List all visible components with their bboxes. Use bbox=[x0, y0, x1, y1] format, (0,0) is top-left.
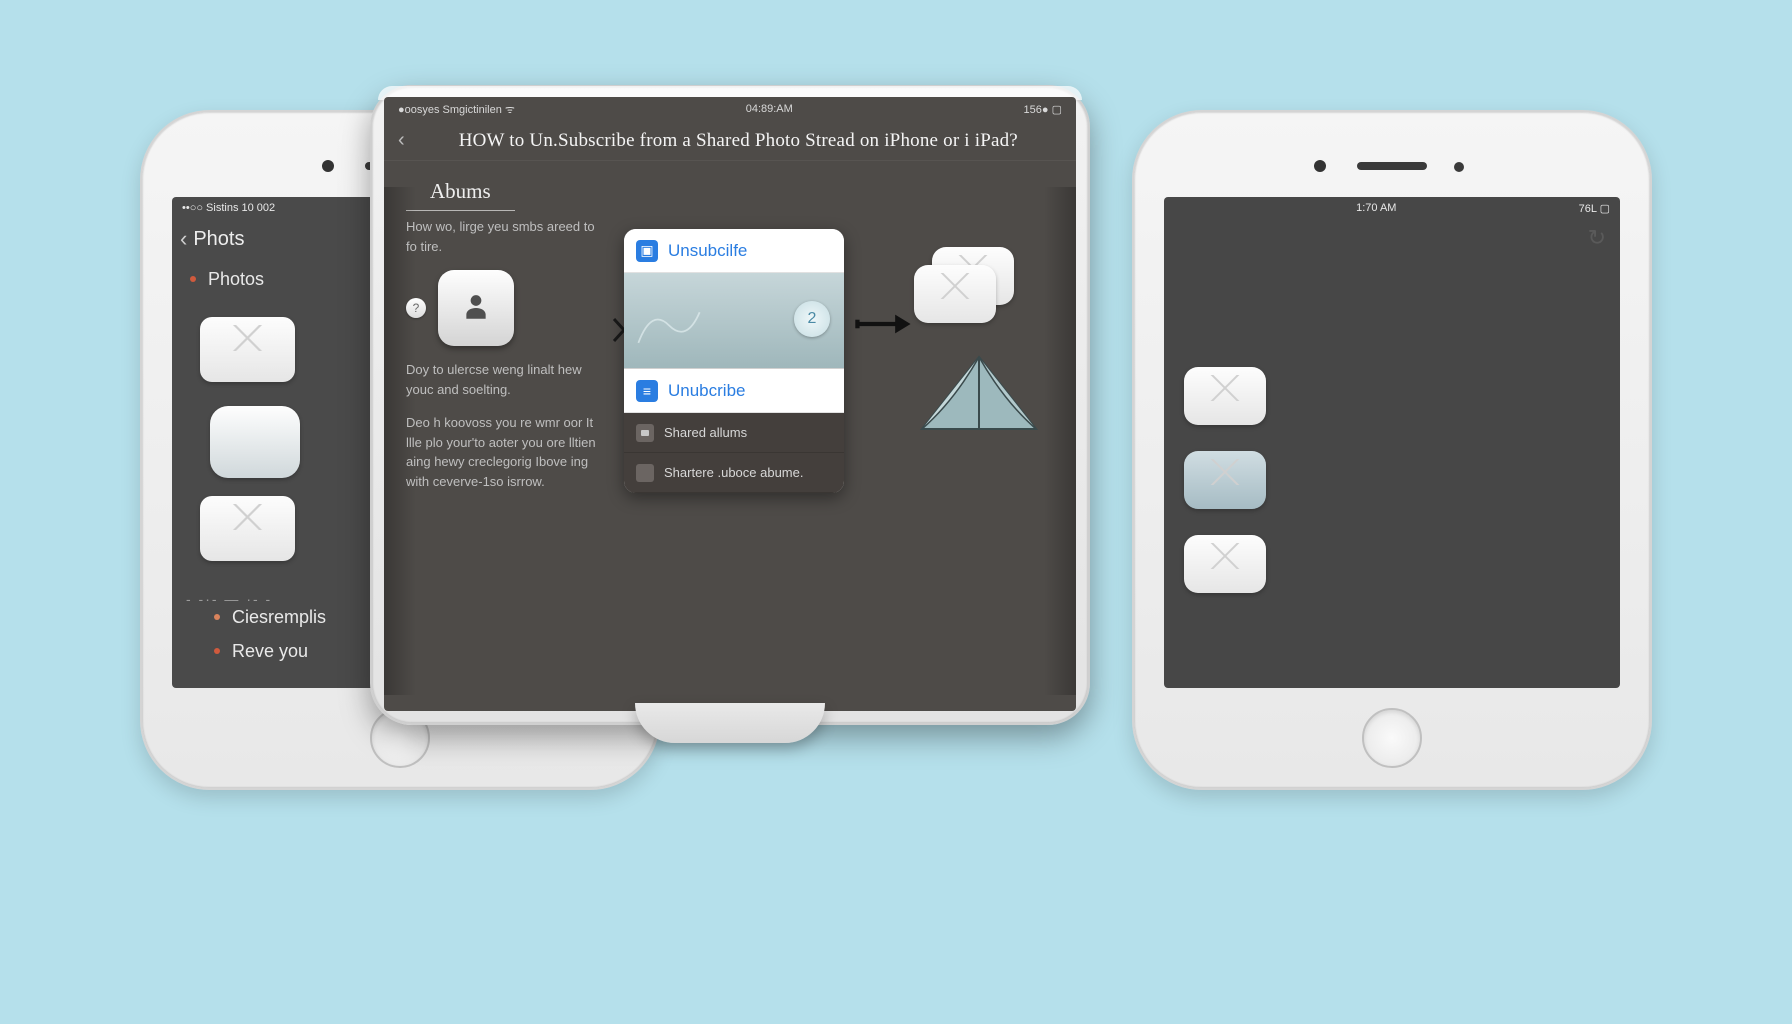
arrow-right-icon bbox=[854, 309, 914, 344]
tent-icon bbox=[914, 351, 1044, 441]
step-number: 2 bbox=[808, 310, 817, 328]
section-albums-label[interactable]: Abums bbox=[406, 161, 515, 211]
contact-card-icon[interactable] bbox=[438, 270, 514, 346]
photo-icon: ▣ bbox=[636, 240, 658, 262]
envelope-icon[interactable] bbox=[200, 496, 295, 561]
instruction-line: Doy to ulercse weng linalt hew youc and … bbox=[406, 360, 606, 399]
unsubscribe-option-2[interactable]: ≡ Unubcribe bbox=[624, 369, 844, 413]
folder-icon bbox=[636, 424, 654, 442]
earpiece-icon bbox=[1357, 162, 1427, 170]
instruction-line: How wo, lirge yeu smbs areed to fo tire. bbox=[406, 217, 606, 256]
album-icon-column bbox=[1164, 257, 1620, 593]
instruction-column: How wo, lirge yeu smbs areed to fo tire.… bbox=[406, 217, 606, 505]
camera-dot-icon bbox=[1314, 160, 1326, 172]
sidebar-item-label: Photos bbox=[208, 269, 264, 290]
chevron-left-icon: ‹ bbox=[180, 226, 187, 252]
unsubscribe-option-1[interactable]: ▣ Unsubcilfe bbox=[624, 229, 844, 273]
result-column bbox=[914, 247, 1064, 441]
title-bar: ‹ HOW to Un.Subscribe from a Shared Phot… bbox=[384, 121, 1076, 161]
proximity-sensor-icon bbox=[1454, 162, 1464, 172]
instruction-line: Deo h koovoss you re wmr oor It llle plo… bbox=[406, 413, 606, 491]
sidebar-item-label: Ciesremplis bbox=[232, 607, 326, 628]
step-badge: 2 bbox=[794, 301, 830, 337]
share-icon bbox=[636, 464, 654, 482]
status-battery: 76L ▢ bbox=[1579, 202, 1610, 215]
action-card: ▣ Unsubcilfe 2 ≡ Unubcribe Shared allums… bbox=[624, 229, 844, 493]
status-battery: 156● ▢ bbox=[1024, 103, 1062, 116]
refresh-icon: ↻ bbox=[1588, 225, 1606, 250]
status-carrier: ●oosyes Smgictinilen ᯤ bbox=[398, 102, 515, 117]
option-label: Unsubcilfe bbox=[668, 241, 747, 261]
row-label: Shared allums bbox=[664, 425, 747, 440]
bullet-icon bbox=[214, 648, 220, 654]
bullet-icon bbox=[214, 614, 220, 620]
question-icon: ? bbox=[406, 298, 426, 318]
iphone-right-screen: 1:70 AM 76L ▢ ↻ bbox=[1164, 197, 1620, 688]
status-time: 04:89:AM bbox=[746, 103, 793, 115]
ipad-home-area bbox=[635, 703, 825, 743]
envelope-icon[interactable] bbox=[1184, 367, 1266, 425]
bullet-icon bbox=[190, 276, 196, 282]
envelope-icon bbox=[914, 265, 996, 323]
back-button[interactable]: ‹ bbox=[398, 129, 405, 152]
envelope-stack-icon bbox=[914, 247, 1064, 327]
ipad-frame: ●oosyes Smgictinilen ᯤ 04:89:AM 156● ▢ ‹… bbox=[370, 85, 1090, 725]
list-icon: ≡ bbox=[636, 380, 658, 402]
sidebar-item-label: Reve you bbox=[232, 641, 308, 662]
ipad-screen: ●oosyes Smgictinilen ᯤ 04:89:AM 156● ▢ ‹… bbox=[384, 97, 1076, 711]
envelope-icon[interactable] bbox=[200, 317, 295, 382]
row-label: Shartere .uboce abume. bbox=[664, 465, 803, 480]
envelope-icon[interactable] bbox=[1184, 451, 1266, 509]
option-label: Unubcribe bbox=[668, 381, 746, 401]
status-bar: 1:70 AM 76L ▢ bbox=[1164, 197, 1620, 219]
album-preview[interactable]: 2 bbox=[624, 273, 844, 369]
share-above-row[interactable]: Shartere .uboce abume. bbox=[624, 453, 844, 493]
nav-title: Phots bbox=[193, 228, 244, 251]
status-carrier: ••○○ Sistins 10 002 bbox=[182, 202, 275, 214]
cloud-album-icon[interactable] bbox=[210, 406, 300, 478]
camera-dot-icon bbox=[322, 160, 334, 172]
home-button[interactable] bbox=[1362, 708, 1422, 768]
iphone-right-frame: 1:70 AM 76L ▢ ↻ bbox=[1132, 110, 1652, 790]
status-bar: ●oosyes Smgictinilen ᯤ 04:89:AM 156● ▢ bbox=[384, 97, 1076, 121]
shared-albums-row[interactable]: Shared allums bbox=[624, 413, 844, 453]
envelope-icon[interactable] bbox=[1184, 535, 1266, 593]
page-title: HOW to Un.Subscribe from a Shared Photo … bbox=[415, 130, 1062, 152]
instruction-step: ? bbox=[406, 270, 606, 346]
status-time: 1:70 AM bbox=[1356, 202, 1396, 214]
refresh-button[interactable]: ↻ bbox=[1164, 219, 1620, 257]
